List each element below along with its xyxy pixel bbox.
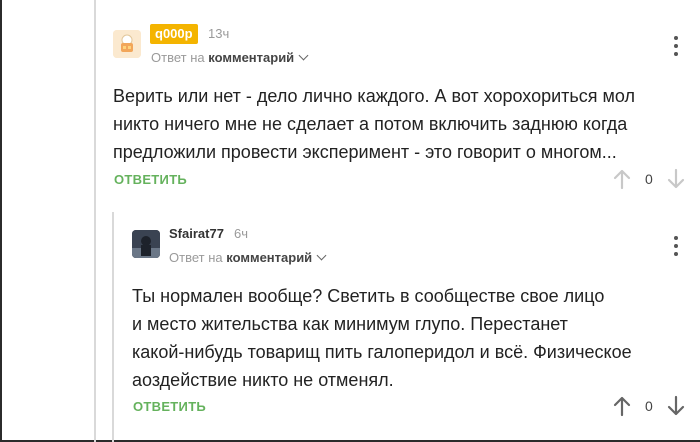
comment-text: Верить или нет - дело лично каждого. А в… [113,82,635,166]
comment-time[interactable]: 6ч [234,226,248,241]
rating-count: 0 [645,398,653,414]
avatar[interactable] [132,230,160,258]
username-badge[interactable]: q000p [150,24,198,44]
comment-text-line: никто ничего мне не сделает а потом вклю… [113,114,628,134]
downvote-arrow-icon[interactable] [666,168,686,190]
chevron-down-icon[interactable] [316,250,327,261]
reply-button[interactable]: ОТВЕТИТЬ [114,172,187,187]
reply-button[interactable]: ОТВЕТИТЬ [133,399,206,414]
comment-text-line: аоздействие никто не отменял. [132,370,394,390]
reply-to-target[interactable]: комментарий [226,250,312,265]
reply-to-link[interactable]: Ответ на комментарий [151,50,309,65]
username[interactable]: Sfairat77 [169,226,224,241]
comment-1: q000p 13ч Ответ на комментарий Верить ил… [0,0,700,200]
comment-text-line: Ты нормален вообще? Светить в сообществе… [132,286,605,306]
comment-text-line: какой-нибудь товарищ пить галоперидол и … [132,342,632,362]
avatar-chef-icon [113,30,141,58]
comment-text-line: и место жительства как минимум глупо. Пе… [132,314,568,334]
comment-text-line: Верить или нет - дело лично каждого. А в… [113,86,636,106]
upvote-arrow-icon[interactable] [612,395,632,417]
comment-2: Sfairat77 6ч Ответ на комментарий Ты нор… [0,200,700,442]
downvote-arrow-icon[interactable] [666,395,686,417]
reply-to-prefix: Ответ на [151,50,205,65]
avatar-photo-icon [132,230,160,258]
reply-to-link[interactable]: Ответ на комментарий [169,250,327,265]
comment-text-line: предложили провести эксперимент - это го… [113,142,617,162]
more-options-icon[interactable] [674,36,678,60]
comment-text: Ты нормален вообще? Светить в сообществе… [132,282,632,394]
chevron-down-icon[interactable] [298,50,309,61]
rating-count: 0 [645,171,653,187]
comment-time[interactable]: 13ч [208,26,229,41]
upvote-arrow-icon[interactable] [612,168,632,190]
more-options-icon[interactable] [674,236,678,260]
reply-to-target[interactable]: комментарий [208,50,294,65]
avatar[interactable] [113,30,141,58]
reply-to-prefix: Ответ на [169,250,223,265]
